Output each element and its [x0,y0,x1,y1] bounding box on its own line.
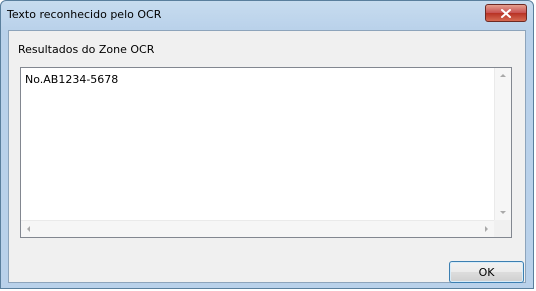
ocr-result-window: Texto reconhecido pelo OCR Resultados do… [0,0,534,289]
window-title: Texto reconhecido pelo OCR [7,8,162,21]
close-icon [501,8,511,18]
title-bar[interactable]: Texto reconhecido pelo OCR [1,1,533,28]
ok-button[interactable]: OK [449,261,524,283]
ocr-result-textarea[interactable]: No.AB1234-5678 [20,67,512,238]
vertical-scrollbar[interactable] [494,68,511,220]
close-button[interactable] [485,4,527,22]
horizontal-scrollbar[interactable] [21,220,494,237]
scroll-left-arrow-icon[interactable] [27,226,30,232]
ocr-result-text[interactable]: No.AB1234-5678 [25,73,118,86]
scrollbar-corner [494,220,511,237]
scroll-down-arrow-icon[interactable] [500,211,506,214]
scroll-up-arrow-icon[interactable] [500,74,506,77]
scroll-right-arrow-icon[interactable] [485,226,488,232]
dialog-body: Resultados do Zone OCR No.AB1234-5678 OK [8,30,526,283]
results-label: Resultados do Zone OCR [18,43,155,56]
